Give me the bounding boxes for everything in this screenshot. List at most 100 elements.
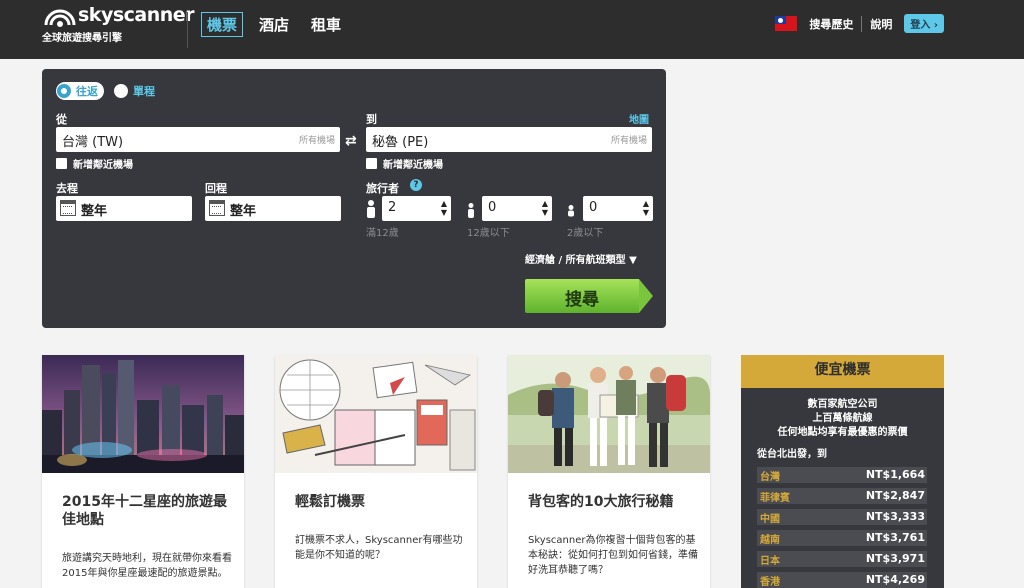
depart-label: 去程	[56, 182, 78, 195]
nav-flights[interactable]: 機票	[201, 12, 244, 37]
return-date-input[interactable]: 整年	[205, 196, 341, 221]
checkbox-icon	[56, 158, 67, 169]
search-button-label: 搜尋	[565, 290, 599, 310]
children-value: 0	[488, 200, 497, 215]
logo-text: skyscanner	[78, 4, 195, 26]
card-description: 旅遊講究天時地利，現在就帶你來看看2015年與你星座最速配的旅遊景點。	[62, 553, 232, 579]
cheap-flights-widget: 便宜機票 數百家航空公司 上百萬條航線 任何地點均享有最優惠的票價 從台北出發，…	[741, 355, 944, 588]
travellers-label: 旅行者	[366, 182, 399, 195]
nav-hotels[interactable]: 酒店	[253, 12, 295, 37]
adults-value: 2	[388, 200, 397, 215]
to-all-airports: 所有機場	[610, 136, 647, 146]
from-value: 台灣 (TW)	[62, 135, 124, 150]
calendar-icon	[209, 200, 225, 216]
price-row[interactable]: 越南 NT$3,761	[757, 530, 927, 546]
map-link[interactable]: 地圖	[629, 111, 649, 126]
adults-age-label: 滿12歲	[366, 228, 399, 239]
destination-name: 香港	[760, 577, 780, 588]
help-icon[interactable]: ?	[410, 179, 422, 191]
cabin-class-dropdown[interactable]: 經濟艙 / 所有航班類型 ▼	[525, 251, 637, 266]
destination-name: 中國	[760, 514, 780, 525]
trip-roundtrip-radio[interactable]: 往返	[56, 82, 104, 100]
destination-price: NT$1,664	[865, 468, 925, 481]
children-select[interactable]: 0 ▲ ▼	[482, 196, 552, 221]
price-row[interactable]: 香港 NT$4,269	[757, 572, 927, 588]
destination-name: 日本	[760, 556, 780, 567]
header-divider	[187, 12, 188, 48]
calendar-icon	[60, 200, 76, 216]
radio-unchecked-icon	[114, 84, 128, 98]
taiwan-flag-icon[interactable]	[775, 16, 798, 31]
card-title[interactable]: 2015年十二星座的旅遊最佳地點	[62, 493, 227, 529]
return-label: 回程	[205, 182, 227, 195]
header-right: 搜尋歷史 說明 登入 ›	[775, 14, 944, 33]
depart-date-input[interactable]: 整年	[56, 196, 192, 221]
infant-icon	[568, 205, 574, 217]
to-label: 到	[366, 113, 377, 126]
infants-select[interactable]: 0 ▲ ▼	[583, 196, 653, 221]
price-row[interactable]: 中國 NT$3,333	[757, 509, 927, 525]
adult-icon	[367, 200, 375, 218]
trip-oneway-radio[interactable]: 單程	[114, 82, 155, 100]
children-age-label: 12歲以下	[467, 228, 510, 239]
destination-price: NT$3,333	[865, 510, 925, 523]
from-label: 從	[56, 113, 67, 126]
destination-price: NT$2,847	[865, 489, 925, 502]
card-title[interactable]: 背包客的10大旅行秘籍	[528, 493, 693, 511]
search-history-link[interactable]: 搜尋歷史	[809, 16, 853, 32]
search-button[interactable]: 搜尋	[525, 279, 653, 313]
to-nearby-checkbox[interactable]: 新增鄰近機場	[366, 156, 443, 171]
article-card-backpacker[interactable]: 背包客的10大旅行秘籍 Skyscanner為你複習十個背包客的基本秘訣：從如何…	[508, 355, 710, 588]
to-input[interactable]: 秘魯 (PE) 所有機場	[366, 127, 652, 152]
article-card-booking[interactable]: 輕鬆訂機票 訂機票不求人，Skyscanner有哪些功能是你不知道的呢？	[275, 355, 477, 588]
cheap-line-prices: 任何地點均享有最優惠的票價	[777, 427, 908, 438]
card-title[interactable]: 輕鬆訂機票	[295, 493, 460, 511]
destination-price: NT$3,971	[865, 552, 925, 565]
main-nav: 機票 酒店 租車	[201, 12, 347, 37]
from-input[interactable]: 台灣 (TW) 所有機場	[56, 127, 340, 152]
return-value: 整年	[230, 204, 257, 219]
cheap-from-label: 從台北出發，到	[757, 449, 827, 460]
from-nearby-label: 新增鄰近機場	[73, 160, 133, 171]
destination-name: 菲律賓	[760, 493, 790, 504]
flight-search-panel: 往返 單程 從 到 地圖 台灣 (TW) 所有機場 ⇄ 秘魯 (PE) 所有機場…	[42, 69, 666, 328]
destination-name: 越南	[760, 535, 780, 546]
card-description: Skyscanner為你複習十個背包客的基本秘訣：從如何打包到如何省錢，準備好洗…	[528, 535, 698, 576]
trip-type-group: 往返 單程	[56, 82, 155, 100]
price-row[interactable]: 菲律賓 NT$2,847	[757, 488, 927, 504]
logo-icon	[44, 9, 76, 27]
depart-value: 整年	[81, 204, 108, 219]
price-row[interactable]: 日本 NT$3,971	[757, 551, 927, 567]
from-all-airports: 所有機場	[298, 136, 335, 146]
adults-select[interactable]: 2 ▲ ▼	[382, 196, 451, 221]
cheap-line-routes: 上百萬條航線	[812, 413, 873, 424]
destination-price: NT$3,761	[865, 531, 925, 544]
price-row[interactable]: 台灣 NT$1,664	[757, 467, 927, 483]
help-link[interactable]: 說明	[861, 15, 892, 32]
roundtrip-label: 往返	[76, 85, 98, 98]
to-nearby-label: 新增鄰近機場	[383, 160, 443, 171]
from-nearby-checkbox[interactable]: 新增鄰近機場	[56, 156, 133, 171]
login-button[interactable]: 登入 ›	[904, 14, 944, 33]
stepper-arrows-icon: ▲ ▼	[642, 199, 649, 217]
destination-price: NT$4,269	[865, 573, 925, 586]
to-value: 秘魯 (PE)	[372, 135, 429, 150]
stepper-arrows-icon: ▲ ▼	[440, 199, 447, 217]
travel-items-illustration	[275, 355, 477, 473]
login-label: 登入	[910, 20, 931, 31]
swap-icon[interactable]: ⇄	[345, 133, 357, 149]
stepper-arrows-icon: ▲ ▼	[541, 199, 548, 217]
logo-tagline: 全球旅遊搜尋引擎	[42, 33, 122, 44]
radio-checked-icon	[57, 84, 71, 98]
infants-age-label: 2歲以下	[567, 228, 604, 239]
checkbox-icon	[366, 158, 377, 169]
child-icon	[468, 203, 474, 218]
top-header: skyscanner 全球旅遊搜尋引擎 機票 酒店 租車 搜尋歷史 說明 登入 …	[0, 0, 1024, 59]
cheap-line-airlines: 數百家航空公司	[807, 399, 878, 410]
nav-car-hire[interactable]: 租車	[305, 12, 347, 37]
cheap-flights-title: 便宜機票	[741, 355, 944, 388]
backpackers-photo	[508, 355, 710, 473]
city-skyline-night-image	[42, 355, 244, 473]
destination-name: 台灣	[760, 472, 780, 483]
article-card-zodiac[interactable]: 2015年十二星座的旅遊最佳地點 旅遊講究天時地利，現在就帶你來看看2015年與…	[42, 355, 244, 588]
